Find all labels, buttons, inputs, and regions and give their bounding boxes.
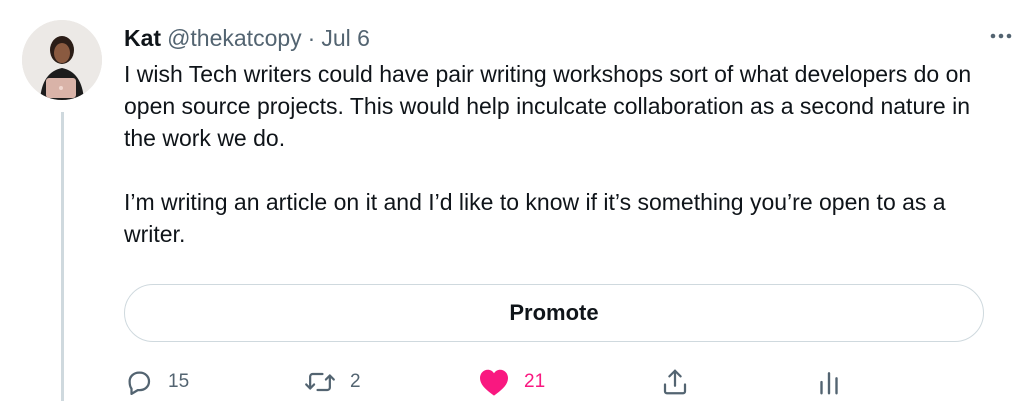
reply-icon [124,367,154,397]
more-options-icon[interactable] [986,26,1016,46]
promote-button[interactable]: Promote [124,284,984,342]
separator-dot: · [307,25,316,51]
tweet-header: Kat @thekatcopy · Jul 6 [124,22,986,54]
thread-line [61,112,64,401]
tweet-date[interactable]: Jul 6 [321,23,370,53]
tweet-paragraph: I’m writing an article on it and I’d lik… [124,189,946,247]
tweet-paragraph: I wish Tech writers could have pair writ… [124,61,972,151]
avatar-column [22,20,104,100]
tweet-text: I wish Tech writers could have pair writ… [124,58,986,250]
analytics-button[interactable] [816,366,842,398]
author-name[interactable]: Kat [124,23,161,53]
tweet-content: Kat @thekatcopy · Jul 6 I wish Tech writ… [124,22,1012,250]
like-button[interactable]: 21 [478,366,545,398]
retweet-count: 2 [350,371,361,392]
heart-icon [478,367,510,397]
avatar[interactable] [22,20,102,100]
author-handle[interactable]: @thekatcopy [167,23,302,53]
share-icon [660,367,690,397]
analytics-icon [816,367,842,397]
share-button[interactable] [660,366,690,398]
reply-button[interactable]: 15 [124,366,189,398]
like-count: 21 [524,371,546,392]
reply-count: 15 [168,371,190,392]
tweet: Kat @thekatcopy · Jul 6 I wish Tech writ… [0,0,1024,401]
tweet-actions: 15 2 21 [124,366,984,398]
retweet-icon [304,367,336,397]
retweet-button[interactable]: 2 [304,366,361,398]
